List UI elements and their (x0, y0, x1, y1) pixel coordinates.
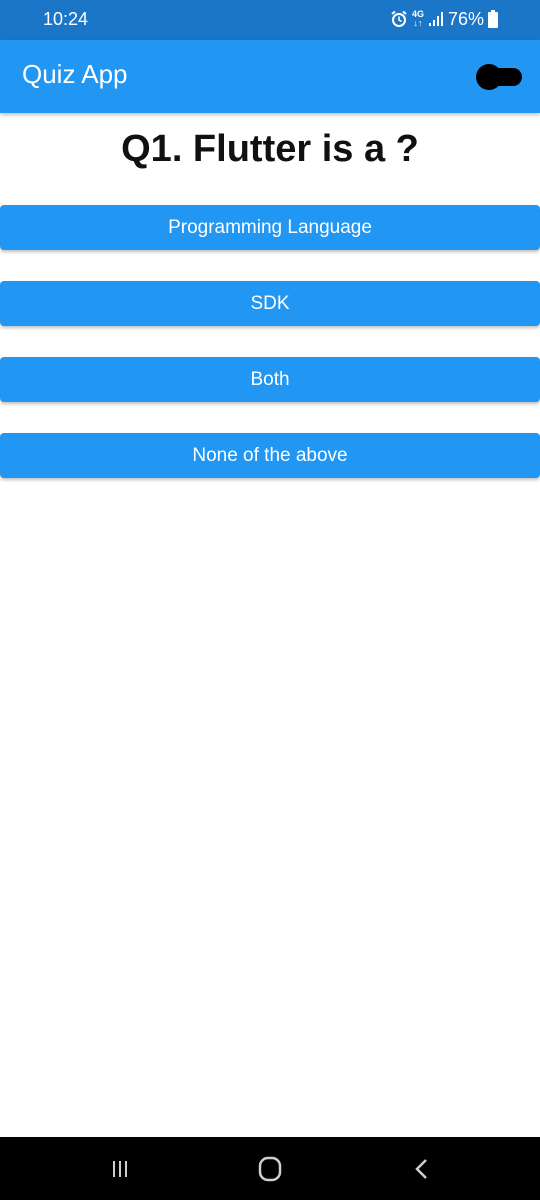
alarm-icon (390, 10, 408, 28)
answer-button-none-of-the-above[interactable]: None of the above (0, 433, 540, 478)
network-icon: 4G ↓↑ (411, 9, 424, 28)
theme-toggle-icon[interactable] (476, 64, 524, 90)
app-title: Quiz App (22, 59, 128, 89)
home-icon[interactable] (250, 1153, 290, 1185)
answer-button-sdk[interactable]: SDK (0, 281, 540, 326)
navigation-bar (0, 1137, 540, 1200)
status-time: 10:24 (43, 9, 89, 29)
recent-apps-icon[interactable] (100, 1153, 140, 1185)
battery-icon (488, 10, 498, 28)
status-icons: 4G ↓↑ 76% (390, 8, 498, 30)
answer-button-both[interactable]: Both (0, 357, 540, 402)
status-bar: 10:24 4G ↓↑ 76% (0, 0, 540, 40)
quiz-screen: 10:24 4G ↓↑ 76% Quiz App Q1. Flutter is … (0, 0, 540, 1200)
back-icon[interactable] (402, 1153, 442, 1185)
answer-button-programming-language[interactable]: Programming Language (0, 205, 540, 250)
app-bar: Quiz App (0, 40, 540, 113)
question-text: Q1. Flutter is a ? (121, 128, 419, 170)
signal-icon (428, 11, 444, 27)
answer-list: Programming Language SDK Both None of th… (0, 205, 540, 509)
battery-percent: 76% (447, 8, 484, 29)
